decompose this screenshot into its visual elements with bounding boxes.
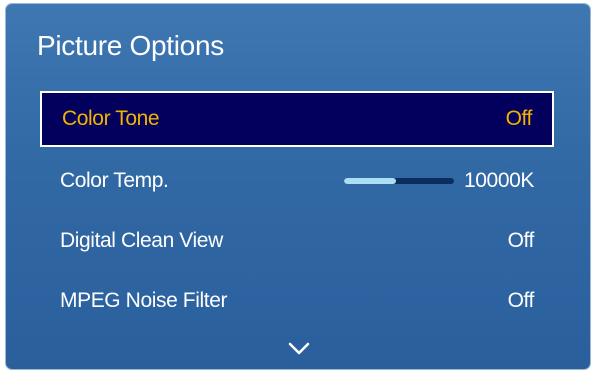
color-temp-slider-fill	[343, 178, 396, 184]
menu-item-mpeg-noise-filter[interactable]: MPEG Noise Filter Off	[40, 273, 554, 329]
menu-item-label: Color Temp.	[60, 169, 169, 192]
menu-title: Picture Options	[37, 30, 224, 61]
chevron-down-icon[interactable]	[288, 342, 310, 356]
menu-item-color-tone[interactable]: Color Tone Off	[40, 91, 554, 147]
menu-item-color-temp[interactable]: Color Temp. 10000K	[40, 153, 554, 209]
menu-item-label: Color Tone	[62, 107, 160, 130]
menu-item-digital-clean-view[interactable]: Digital Clean View Off	[40, 213, 554, 269]
menu-item-value: 10000K	[463, 169, 534, 192]
menu-item-value: Off	[507, 229, 535, 252]
color-temp-slider[interactable]	[343, 178, 454, 184]
menu-item-label: Digital Clean View	[60, 229, 223, 252]
menu-item-value: Off	[507, 289, 535, 312]
menu-item-value-wrap: 10000K	[343, 169, 534, 193]
menu-item-value-wrap: Off	[507, 229, 535, 253]
picture-options-panel: Picture Options Color Tone Off Color Tem…	[6, 4, 590, 369]
menu-item-label: MPEG Noise Filter	[60, 289, 228, 312]
menu-item-value: Off	[505, 107, 533, 130]
menu-item-value-wrap: Off	[505, 107, 533, 131]
menu-item-value-wrap: Off	[507, 289, 535, 313]
